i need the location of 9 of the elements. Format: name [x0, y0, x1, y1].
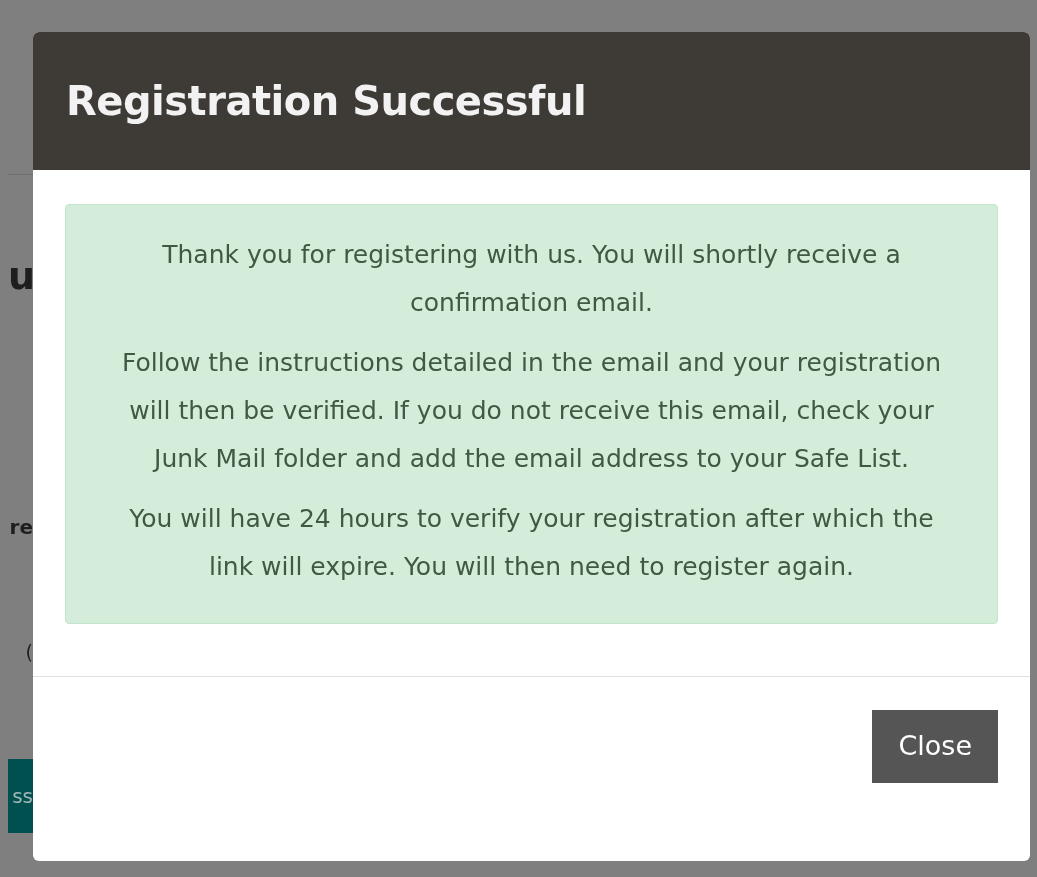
- alert-paragraph: Follow the instructions detailed in the email and your registration will then be verified. If you do not receive this email, check your Junk Mail folder and add the email address to your Safe List.: [120, 347, 943, 475]
- modal-title: Registration Successful: [66, 77, 587, 125]
- heading-fragment: u: [8, 253, 33, 300]
- close-button[interactable]: Close: [872, 710, 998, 783]
- button-fragment[interactable]: ss: [8, 759, 33, 833]
- note-fragment: (: [24, 640, 33, 665]
- label-fragment: re: [8, 514, 33, 541]
- alert-paragraph: Thank you for registering with us. You will shortly receive a confirmation email.: [161, 239, 902, 319]
- alert-paragraph: You will have 24 hours to verify your registration after which the link will expire. You will then need to register again.: [128, 503, 935, 583]
